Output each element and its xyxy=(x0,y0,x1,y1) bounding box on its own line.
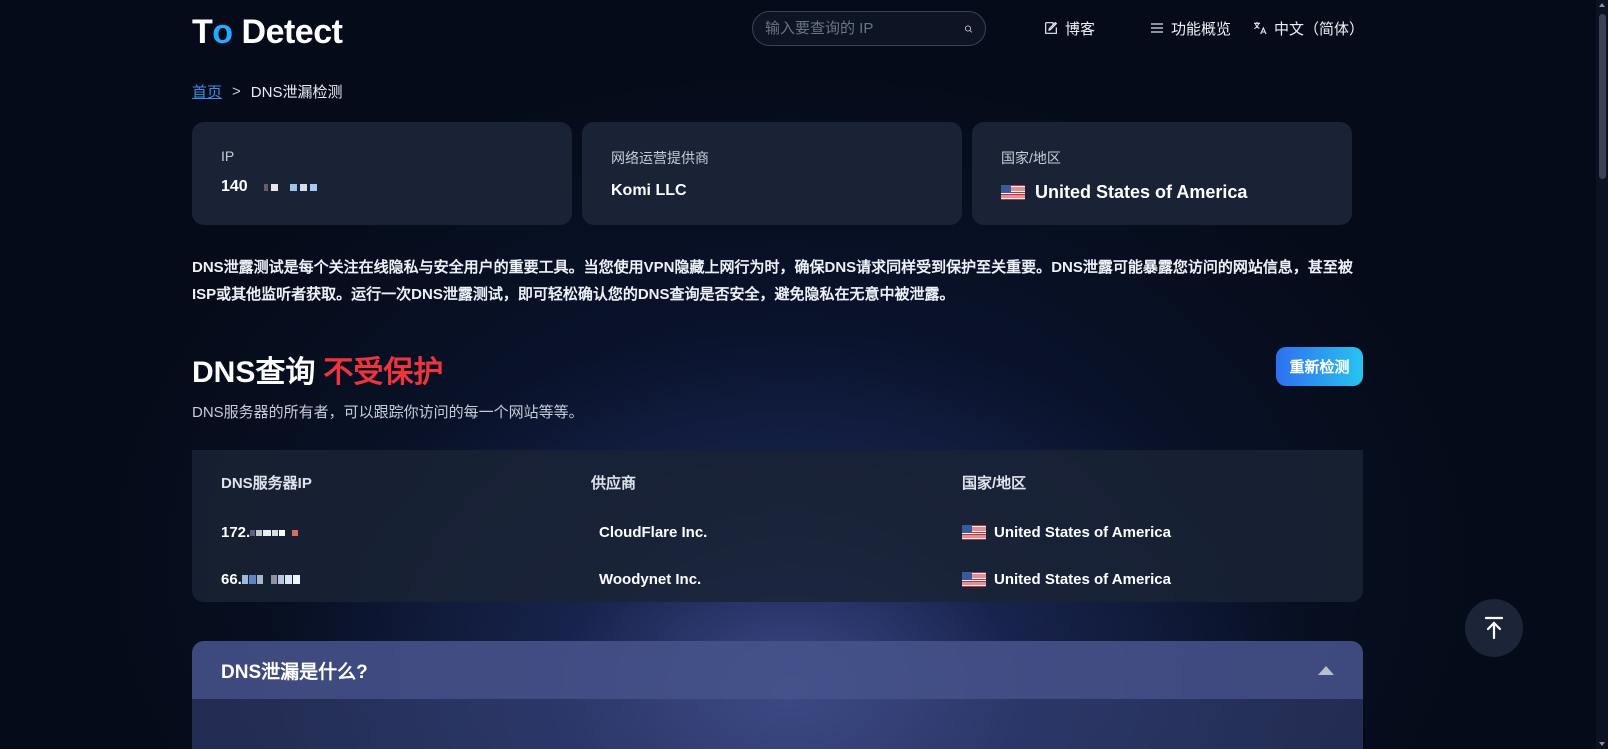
us-flag-icon xyxy=(1001,185,1025,200)
isp-card-label: 网络运营提供商 xyxy=(611,150,709,166)
faq-accordion-header[interactable]: DNS泄漏是什么? xyxy=(192,641,1363,699)
breadcrumb-current: DNS泄漏检测 xyxy=(250,84,343,101)
table-row-2-country: United States of America xyxy=(962,571,1171,588)
logo-letter-t: T xyxy=(192,12,213,51)
table-row-1-provider: CloudFlare Inc. xyxy=(599,524,708,541)
country-card-label: 国家/地区 xyxy=(1001,150,1061,166)
breadcrumb: 首页 > DNS泄漏检测 xyxy=(192,81,342,102)
ip-card-value: 140 xyxy=(221,178,543,196)
table-row-2-country-text: United States of America xyxy=(994,571,1171,588)
ip-card: IP 140 xyxy=(192,122,572,225)
ip-search-input[interactable] xyxy=(765,20,964,37)
table-row-2-provider: Woodynet Inc. xyxy=(599,571,702,588)
nav-blog-label: 博客 xyxy=(1065,20,1096,38)
dns-status-heading: DNS查询 不受保护 xyxy=(192,347,443,391)
table-row-1-country-text: United States of America xyxy=(994,524,1171,541)
scroll-up-arrow-icon[interactable] xyxy=(1599,3,1605,7)
caret-up-icon[interactable] xyxy=(1318,665,1334,675)
ip-redaction-mask xyxy=(250,529,299,536)
nav-features-label: 功能概览 xyxy=(1171,20,1232,38)
table-row-1-country: United States of America xyxy=(962,524,1171,541)
us-flag-icon xyxy=(962,525,986,540)
table-header-provider: 供应商 xyxy=(591,475,637,492)
ip-redaction-mask xyxy=(241,575,300,584)
logo-word-detect: Detect xyxy=(232,12,343,51)
translate-icon xyxy=(1254,22,1267,35)
ip-card-label: IP xyxy=(221,148,235,164)
scrollbar-thumb[interactable] xyxy=(1599,14,1606,179)
country-card-value: United States of America xyxy=(1001,182,1323,203)
recheck-button[interactable]: 重新检测 xyxy=(1276,347,1363,386)
table-header-ip: DNS服务器IP xyxy=(221,475,312,492)
breadcrumb-home-link[interactable]: 首页 xyxy=(192,81,222,102)
country-card: 国家/地区 United States of America xyxy=(972,122,1352,225)
table-row-2-ip: 66. xyxy=(221,571,300,588)
ip-card-value-text: 140 xyxy=(221,178,248,195)
dns-leak-description: DNS泄露测试是每个关注在线隐私与安全用户的重要工具。当您使用VPN隐藏上网行为… xyxy=(192,259,1353,303)
faq-accordion-title: DNS泄漏是什么? xyxy=(221,661,368,683)
ip-search-box xyxy=(752,11,986,46)
nav-language[interactable]: 中文（简体） xyxy=(1252,17,1364,39)
table-row-2-ip-text: 66. xyxy=(221,571,242,588)
table-header-country: 国家/地区 xyxy=(962,475,1027,492)
logo-letter-o: o xyxy=(212,12,233,51)
nav-blog[interactable]: 博客 xyxy=(1043,17,1095,39)
logo[interactable]: To Detect xyxy=(192,12,343,52)
page-scrollbar[interactable] xyxy=(1596,0,1608,749)
table-row-1-ip-text: 172. xyxy=(221,524,251,541)
edit-icon xyxy=(1045,21,1058,34)
dns-status-title: DNS查询 xyxy=(192,356,316,389)
dns-servers-table: DNS服务器IP 供应商 国家/地区 172. CloudFlare Inc. … xyxy=(192,450,1363,602)
nav-language-label: 中文（简体） xyxy=(1274,20,1365,38)
dns-status-subtitle: DNS服务器的所有者，可以跟踪你访问的每一个网站等等。 xyxy=(192,404,584,421)
faq-accordion: DNS泄漏是什么? xyxy=(192,641,1363,749)
nav-features[interactable]: 功能概览 xyxy=(1149,17,1231,39)
arrow-up-to-line-icon xyxy=(1484,616,1504,640)
scroll-down-arrow-icon[interactable] xyxy=(1599,742,1605,746)
back-to-top-button[interactable] xyxy=(1465,599,1523,657)
country-card-value-text: United States of America xyxy=(1035,182,1248,202)
breadcrumb-separator: > xyxy=(232,83,241,100)
ip-redaction-mask xyxy=(263,183,317,191)
search-icon[interactable] xyxy=(964,20,973,38)
menu-icon xyxy=(1151,23,1163,33)
isp-card: 网络运营提供商 Komi LLC xyxy=(582,122,962,225)
table-row-1-ip: 172. xyxy=(221,524,299,541)
isp-card-value: Komi LLC xyxy=(611,182,687,199)
us-flag-icon xyxy=(962,572,986,587)
dns-status-state: 不受保护 xyxy=(323,356,444,389)
